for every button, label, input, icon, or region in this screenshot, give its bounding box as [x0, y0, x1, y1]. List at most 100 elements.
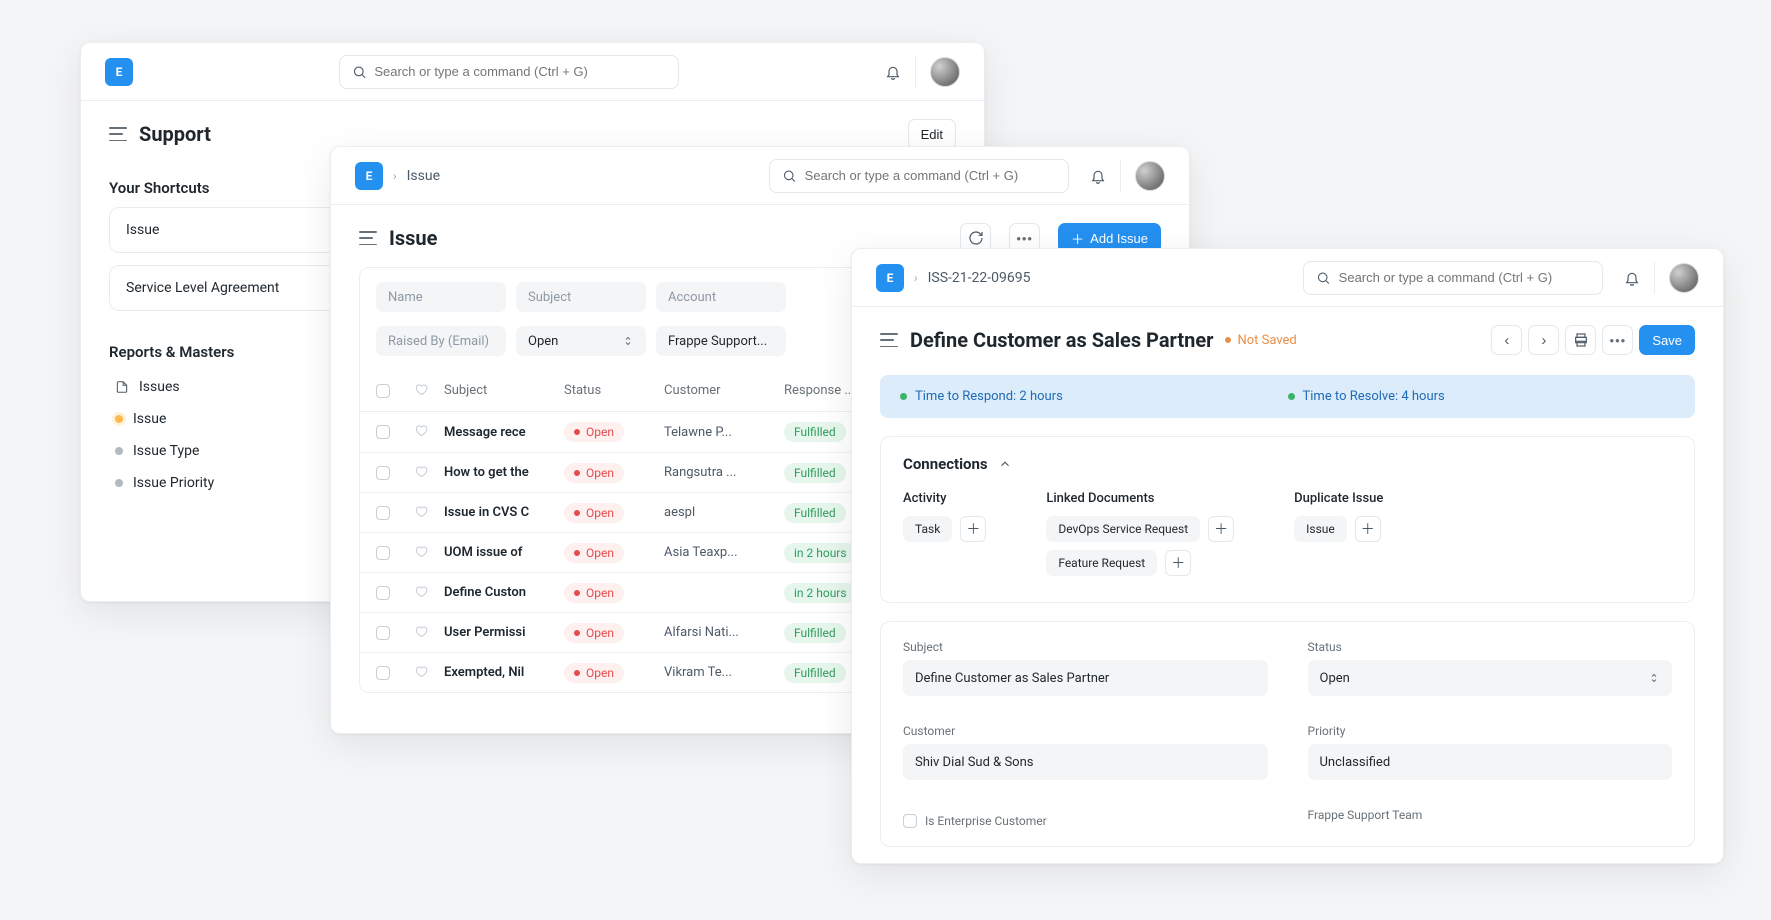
menu-icon[interactable]	[359, 231, 377, 245]
row-checkbox[interactable]	[376, 626, 390, 640]
is-enterprise-checkbox[interactable]: Is Enterprise Customer	[903, 814, 1268, 828]
search-field[interactable]	[1339, 270, 1590, 285]
plus-icon: ＋	[1071, 229, 1084, 248]
row-response: in 2 hours	[784, 583, 857, 603]
row-status: Open	[564, 422, 624, 442]
add-linked-button-2[interactable]: ＋	[1165, 550, 1191, 576]
breadcrumb: › ISS-21-22-09695	[914, 270, 1030, 286]
priority-input[interactable]: Unclassified	[1308, 744, 1673, 780]
like-icon[interactable]	[414, 544, 428, 558]
breadcrumb-item[interactable]: ISS-21-22-09695	[928, 270, 1031, 286]
team-label: Frappe Support Team	[1308, 808, 1673, 822]
filter-team[interactable]: Frappe Support...	[656, 326, 786, 356]
more-button[interactable]: •••	[1602, 325, 1633, 355]
add-activity-button[interactable]: ＋	[960, 516, 986, 542]
edit-button[interactable]: Edit	[908, 119, 956, 149]
search-input[interactable]	[769, 159, 1069, 193]
filter-subject[interactable]: Subject	[516, 282, 646, 312]
avatar[interactable]	[930, 57, 960, 87]
page-title: Issue	[389, 226, 437, 250]
activity-heading: Activity	[903, 491, 986, 506]
filter-team-value: Frappe Support...	[668, 334, 767, 349]
row-subject: Message rece	[444, 425, 564, 440]
col-customer[interactable]: Customer	[664, 383, 784, 398]
like-icon[interactable]	[414, 584, 428, 598]
menu-icon[interactable]	[109, 127, 127, 141]
like-icon[interactable]	[414, 624, 428, 638]
search-input[interactable]	[339, 55, 679, 89]
select-all-checkbox[interactable]	[376, 384, 390, 398]
app-logo[interactable]: E	[876, 264, 904, 292]
col-subject[interactable]: Subject	[444, 383, 564, 398]
search-icon	[352, 64, 367, 80]
status-select[interactable]: Open	[1308, 660, 1673, 696]
notifications-button[interactable]	[1623, 262, 1655, 294]
app-logo[interactable]: E	[355, 162, 383, 190]
row-customer: Alfarsi Nati...	[664, 625, 784, 640]
search-field[interactable]	[805, 168, 1056, 183]
row-checkbox[interactable]	[376, 506, 390, 520]
filter-raised-by[interactable]: Raised By (Email)	[376, 326, 506, 356]
row-checkbox[interactable]	[376, 466, 390, 480]
dot-icon	[115, 479, 123, 487]
page-title: Define Customer as Sales Partner	[910, 328, 1213, 352]
like-icon[interactable]	[414, 664, 428, 678]
row-checkbox[interactable]	[376, 666, 390, 680]
row-subject: UOM issue of	[444, 545, 564, 560]
col-status[interactable]: Status	[564, 383, 664, 398]
filter-name[interactable]: Name	[376, 282, 506, 312]
row-status: Open	[564, 663, 624, 683]
status-dot-icon	[1288, 393, 1295, 400]
row-status: Open	[564, 503, 624, 523]
chevron-up-icon	[998, 457, 1012, 471]
like-icon[interactable]	[414, 464, 428, 478]
save-button[interactable]: Save	[1639, 325, 1695, 355]
app-logo[interactable]: E	[105, 58, 133, 86]
row-checkbox[interactable]	[376, 425, 390, 439]
add-duplicate-button[interactable]: ＋	[1355, 516, 1381, 542]
avatar[interactable]	[1135, 161, 1165, 191]
row-checkbox[interactable]	[376, 546, 390, 560]
tag-task[interactable]: Task	[903, 516, 952, 542]
enterprise-label: Is Enterprise Customer	[925, 814, 1047, 828]
customer-input[interactable]: Shiv Dial Sud & Sons	[903, 744, 1268, 780]
select-icon	[1648, 672, 1660, 684]
filter-status[interactable]: Open	[516, 326, 646, 356]
row-subject: User Permissi	[444, 625, 564, 640]
tag-devops[interactable]: DevOps Service Request	[1046, 516, 1200, 542]
row-response: Fulfilled	[784, 463, 846, 483]
notifications-button[interactable]	[1089, 160, 1121, 192]
report-label: Issue	[133, 411, 166, 427]
duplicate-column: Duplicate Issue Issue ＋	[1294, 491, 1383, 584]
next-button[interactable]: ›	[1528, 325, 1559, 355]
like-icon[interactable]	[414, 504, 428, 518]
connections-header[interactable]: Connections	[903, 455, 1672, 473]
dots-icon: •••	[1610, 333, 1627, 348]
linked-documents-column: Linked Documents DevOps Service Request …	[1046, 491, 1234, 584]
row-checkbox[interactable]	[376, 586, 390, 600]
topbar: E	[81, 43, 984, 101]
tag-issue[interactable]: Issue	[1294, 516, 1347, 542]
dots-icon: •••	[1016, 231, 1033, 246]
row-customer: Vikram Te...	[664, 665, 784, 680]
reports-group-label: Issues	[139, 379, 180, 395]
status-badge: Not Saved	[1225, 333, 1296, 348]
search-input[interactable]	[1303, 261, 1603, 295]
menu-icon[interactable]	[880, 333, 898, 347]
add-linked-button[interactable]: ＋	[1208, 516, 1234, 542]
filter-account[interactable]: Account	[656, 282, 786, 312]
like-icon[interactable]	[414, 423, 428, 437]
status-label: Status	[1308, 640, 1673, 654]
tag-feature-request[interactable]: Feature Request	[1046, 550, 1157, 576]
subject-input[interactable]: Define Customer as Sales Partner	[903, 660, 1268, 696]
breadcrumb-item[interactable]: Issue	[407, 168, 440, 184]
notifications-button[interactable]	[884, 56, 916, 88]
print-button[interactable]	[1565, 325, 1596, 355]
row-status: Open	[564, 543, 624, 563]
row-response: in 2 hours	[784, 543, 857, 563]
status-value: Open	[1320, 671, 1350, 686]
row-subject: Exempted, Nil	[444, 665, 564, 680]
prev-button[interactable]: ‹	[1491, 325, 1522, 355]
avatar[interactable]	[1669, 263, 1699, 293]
search-field[interactable]	[374, 64, 665, 79]
